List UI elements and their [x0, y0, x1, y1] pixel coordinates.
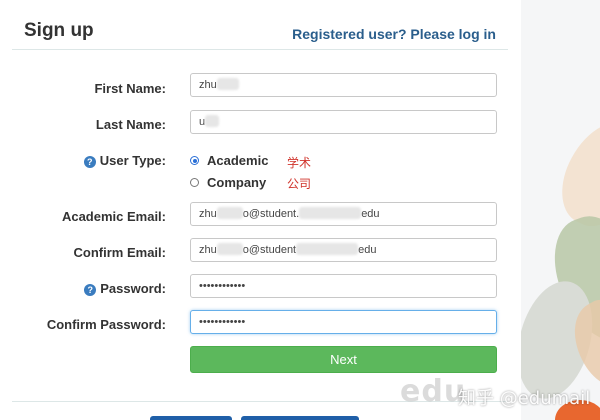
first-name-field[interactable]: zhu [190, 73, 497, 97]
radio-checked-icon[interactable] [190, 156, 199, 165]
academic-email-value-end: edu [361, 208, 380, 220]
watermark-right: 知乎 @edumail [458, 388, 591, 409]
password-label: Password: [100, 281, 166, 296]
login-link[interactable]: Registered user? Please log in [292, 26, 496, 42]
panel-header: Sign up Registered user? Please log in [12, 12, 508, 50]
last-name-label: Last Name: [95, 117, 166, 132]
confirm-email-field[interactable]: zhu o@student edu [190, 238, 497, 262]
last-name-field[interactable]: u [190, 110, 497, 134]
redaction-blur [216, 78, 239, 90]
next-button[interactable]: Next [190, 346, 497, 373]
radio-academic-label: Academic [207, 153, 269, 168]
confirm-password-label: Confirm Password: [46, 317, 166, 332]
signup-panel: Sign up Registered user? Please log in F… [0, 0, 521, 420]
academic-email-value-start: zhu [199, 208, 217, 220]
user-type-label-group: ? User Type: [0, 153, 166, 168]
radio-academic[interactable]: Academic [190, 152, 268, 170]
academic-email-field[interactable]: zhu o@student. edu [190, 202, 497, 226]
first-name-label: First Name: [94, 81, 166, 96]
redaction-blur [296, 243, 359, 255]
radio-unchecked-icon[interactable] [190, 178, 199, 187]
redaction-blur [205, 115, 220, 127]
help-icon[interactable]: ? [83, 156, 96, 168]
redaction-blur [216, 243, 243, 255]
radio-company[interactable]: Company [190, 174, 266, 192]
academic-email-label: Academic Email: [61, 209, 166, 224]
radio-company-label: Company [207, 175, 267, 190]
user-type-label: User Type: [99, 153, 166, 168]
confirm-email-value-mid: o@student [242, 244, 297, 256]
redaction-blur [216, 207, 243, 219]
annotation-company: 公司 [287, 177, 312, 191]
password-label-group: ? Password: [0, 281, 166, 296]
academic-email-value-mid: o@student. [242, 208, 300, 220]
confirm-password-field[interactable]: •••••••••••• [190, 310, 497, 334]
watermark-left: edu [400, 374, 467, 409]
first-name-value: zhu [199, 79, 217, 91]
footer-button[interactable] [241, 416, 359, 420]
help-icon[interactable]: ? [84, 284, 97, 296]
password-field[interactable]: •••••••••••• [190, 274, 497, 298]
confirm-email-label: Confirm Email: [73, 245, 166, 260]
confirm-email-value-end: edu [358, 244, 377, 256]
confirm-email-value-start: zhu [199, 244, 217, 256]
redaction-blur [299, 207, 362, 219]
page-title: Sign up [24, 20, 94, 41]
annotation-academic: 学术 [287, 156, 312, 170]
footer-button[interactable] [150, 416, 232, 420]
